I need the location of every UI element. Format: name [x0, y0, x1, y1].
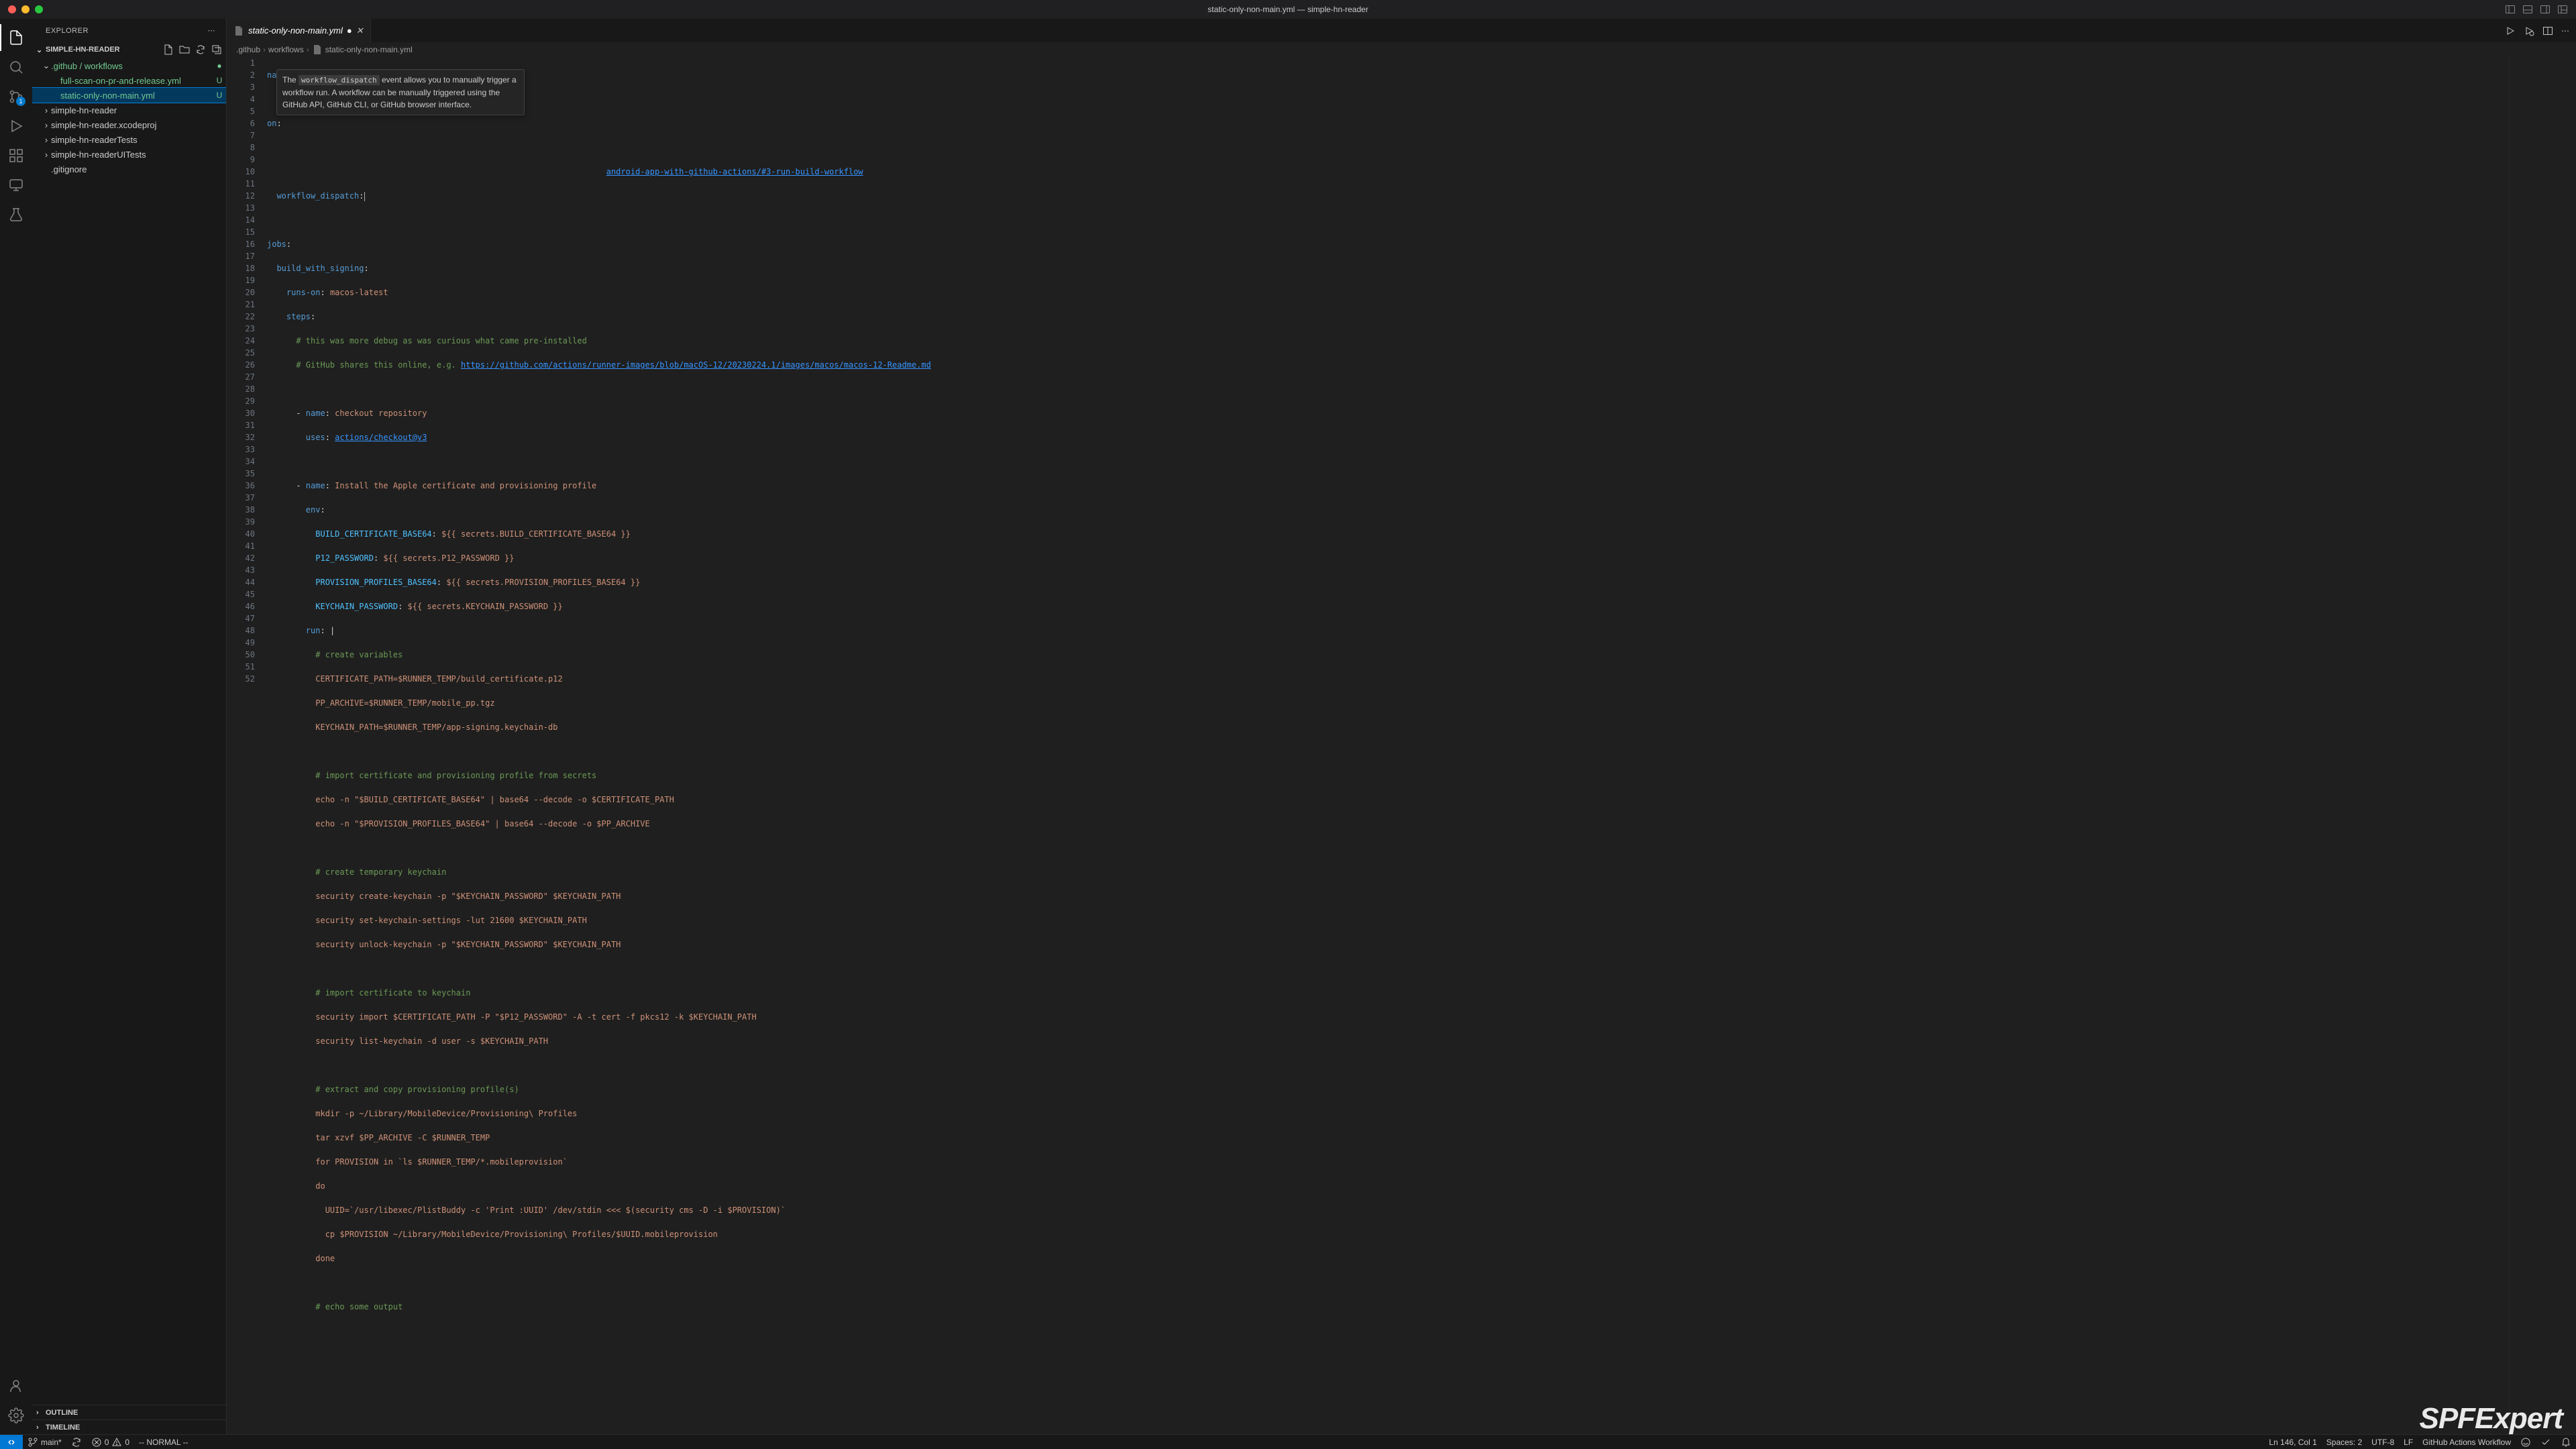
outline-section[interactable]: › OUTLINE: [32, 1405, 226, 1419]
line-numbers: 1234567891011121314151617181920212223242…: [227, 57, 267, 1434]
chevron-right-icon: ›: [42, 150, 51, 160]
breadcrumbs[interactable]: .github › workflows › static-only-non-ma…: [227, 42, 2576, 57]
timeline-section[interactable]: › TIMELINE: [32, 1419, 226, 1434]
chevron-right-icon: ›: [36, 1409, 46, 1417]
chevron-right-icon: ›: [36, 1424, 46, 1432]
language-mode[interactable]: GitHub Actions Workflow: [2418, 1437, 2516, 1448]
hover-tooltip: The workflow_dispatch event allows you t…: [276, 69, 525, 115]
editor-body[interactable]: 1234567891011121314151617181920212223242…: [227, 57, 2576, 1434]
chevron-down-icon: ⌄: [42, 60, 51, 71]
new-file-icon[interactable]: [163, 44, 174, 55]
explorer-more-button[interactable]: ⋯: [208, 26, 216, 35]
window-title: static-only-non-main.yml — simple-hn-rea…: [1208, 5, 1368, 14]
explorer-title: EXPLORER: [46, 27, 89, 35]
gear-icon: [8, 1407, 24, 1424]
yaml-file-icon: [312, 44, 323, 55]
sync-icon: [71, 1437, 82, 1448]
traffic-lights: [0, 5, 43, 13]
git-branch-icon: [28, 1437, 38, 1448]
folder-tests[interactable]: › simple-hn-readerTests: [32, 132, 226, 147]
vim-mode: -- NORMAL --: [134, 1438, 193, 1447]
indentation[interactable]: Spaces: 2: [2322, 1437, 2367, 1448]
sidebar-header: EXPLORER ⋯: [32, 19, 226, 42]
refresh-icon[interactable]: [195, 44, 206, 55]
remote-explorer-icon: [8, 177, 24, 193]
tab-static-only[interactable]: static-only-non-main.yml ● ✕: [227, 19, 371, 42]
toggle-sidebar-icon[interactable]: [2522, 4, 2533, 15]
minimize-window-button[interactable]: [21, 5, 30, 13]
account-icon: [8, 1378, 24, 1394]
extensions-icon: [8, 148, 24, 164]
activity-explorer[interactable]: [0, 24, 32, 51]
customize-layout-icon[interactable]: [2557, 4, 2568, 15]
prettier-button[interactable]: [2536, 1437, 2556, 1448]
encoding[interactable]: UTF-8: [2367, 1437, 2399, 1448]
activity-settings[interactable]: [0, 1402, 32, 1429]
branch-indicator[interactable]: main*: [23, 1437, 66, 1448]
folder-uitests[interactable]: › simple-hn-readerUITests: [32, 147, 226, 162]
feedback-icon: [2520, 1437, 2531, 1448]
activity-remote[interactable]: [0, 172, 32, 199]
maximize-window-button[interactable]: [35, 5, 43, 13]
check-icon: [2540, 1437, 2551, 1448]
error-icon: [91, 1437, 102, 1448]
editor-more-button[interactable]: ⋯: [2561, 26, 2569, 36]
chevron-right-icon: ›: [42, 120, 51, 130]
bell-icon: [2561, 1437, 2571, 1448]
new-folder-icon[interactable]: [179, 44, 190, 55]
activity-search[interactable]: [0, 54, 32, 80]
split-editor-icon[interactable]: [2542, 25, 2553, 36]
collapse-all-icon[interactable]: [211, 44, 222, 55]
feedback-button[interactable]: [2516, 1437, 2536, 1448]
folder-xcodeproj[interactable]: › simple-hn-reader.xcodeproj: [32, 117, 226, 132]
file-tree: ⌄ .github / workflows ● full-scan-on-pr-…: [32, 57, 226, 1405]
toggle-secondary-icon[interactable]: [2540, 4, 2551, 15]
activity-testing[interactable]: [0, 201, 32, 228]
statusbar: main* 0 0 -- NORMAL -- Ln 146, Col 1 Spa…: [0, 1434, 2576, 1449]
activity-extensions[interactable]: [0, 142, 32, 169]
titlebar: static-only-non-main.yml — simple-hn-rea…: [0, 0, 2576, 19]
warning-icon: [111, 1437, 122, 1448]
folder-github-workflows[interactable]: ⌄ .github / workflows ●: [32, 58, 226, 73]
project-name: SIMPLE-HN-READER: [46, 46, 120, 54]
run-icon[interactable]: [2505, 25, 2516, 36]
scm-badge: 1: [16, 97, 25, 106]
close-tab-button[interactable]: ✕: [356, 25, 364, 36]
chevron-right-icon: ›: [42, 135, 51, 145]
file-full-scan[interactable]: full-scan-on-pr-and-release.yml U: [32, 73, 226, 88]
chevron-right-icon: ›: [42, 105, 51, 115]
folder-simple-hn-reader[interactable]: › simple-hn-reader: [32, 103, 226, 117]
debug-icon: [8, 118, 24, 134]
chevron-down-icon: ⌄: [36, 46, 46, 54]
eol[interactable]: LF: [2399, 1437, 2418, 1448]
project-header[interactable]: ⌄ SIMPLE-HN-READER: [32, 42, 226, 57]
file-gitignore[interactable]: .gitignore: [32, 162, 226, 176]
activity-accounts[interactable]: [0, 1373, 32, 1399]
yaml-file-icon: [233, 25, 244, 36]
minimap[interactable]: [2509, 57, 2576, 1434]
sidebar: EXPLORER ⋯ ⌄ SIMPLE-HN-READER ⌄ .github …: [32, 19, 227, 1434]
toggle-panel-icon[interactable]: [2505, 4, 2516, 15]
files-icon: [8, 30, 24, 46]
notifications-button[interactable]: [2556, 1437, 2576, 1448]
layout-controls: [2505, 4, 2568, 15]
problems-indicator[interactable]: 0 0: [87, 1437, 134, 1448]
tab-bar: static-only-non-main.yml ● ✕ ⋯: [227, 19, 2576, 42]
debug-run-icon[interactable]: [2524, 25, 2534, 36]
activity-bar: 1: [0, 19, 32, 1434]
editor-area: static-only-non-main.yml ● ✕ ⋯ .github ›…: [227, 19, 2576, 1434]
sync-indicator[interactable]: [66, 1437, 87, 1448]
remote-icon: [6, 1437, 17, 1448]
activity-source-control[interactable]: 1: [0, 83, 32, 110]
close-window-button[interactable]: [8, 5, 16, 13]
remote-indicator[interactable]: [0, 1435, 23, 1449]
cursor-position[interactable]: Ln 146, Col 1: [2264, 1437, 2321, 1448]
search-icon: [8, 59, 24, 75]
code-content[interactable]: name: "Build and scan - static only" on:…: [267, 57, 2509, 1434]
activity-run-debug[interactable]: [0, 113, 32, 140]
beaker-icon: [8, 207, 24, 223]
file-static-only[interactable]: static-only-non-main.yml U: [32, 88, 226, 103]
